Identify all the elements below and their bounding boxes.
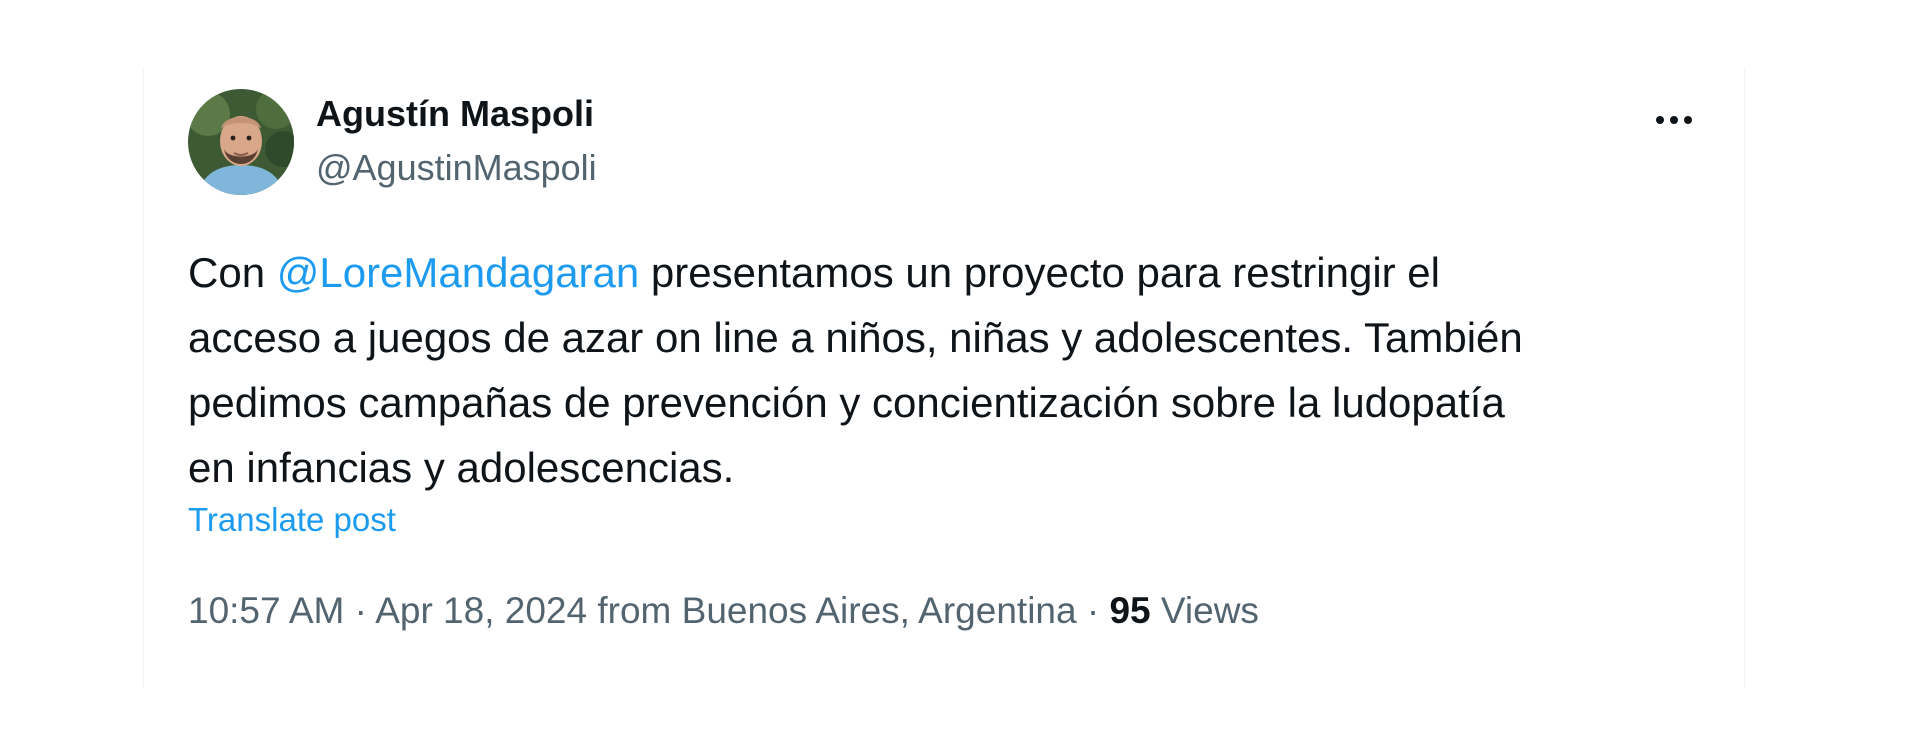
author-handle[interactable]: @AgustinMaspoli (316, 146, 597, 190)
meta-separator: · (344, 590, 376, 631)
translate-post-link[interactable]: Translate post (188, 498, 396, 542)
post-text-line-1: Con @LoreMandagaran presentamos un proye… (188, 240, 1728, 305)
more-options-button[interactable] (1648, 94, 1700, 146)
author-display-name[interactable]: Agustín Maspoli (316, 92, 594, 136)
post-text-segment: presentamos un proyecto para restringir … (639, 249, 1440, 296)
mention-link[interactable]: @LoreMandagaran (277, 249, 640, 296)
views-count: 95 (1109, 590, 1151, 631)
tweet-card: Agustín Maspoli @AgustinMaspoli Con @Lor… (143, 68, 1745, 688)
post-text: Con @LoreMandagaran presentamos un proye… (188, 240, 1728, 500)
post-location: from Buenos Aires, Argentina (587, 590, 1077, 631)
avatar-photo-icon (188, 89, 294, 195)
avatar[interactable] (188, 89, 294, 195)
views-label: Views (1150, 590, 1259, 631)
post-meta: 10:57 AM · Apr 18, 2024 from Buenos Aire… (188, 586, 1259, 636)
post-text-line-2: acceso a juegos de azar on line a niños,… (188, 314, 1523, 361)
post-text-segment: Con (188, 249, 277, 296)
more-horizontal-icon (1656, 116, 1692, 124)
post-date[interactable]: Apr 18, 2024 (375, 590, 587, 631)
post-time[interactable]: 10:57 AM (188, 590, 344, 631)
post-text-line-3: pedimos campañas de prevención y concien… (188, 379, 1505, 426)
meta-separator: · (1076, 590, 1110, 631)
post-text-line-4: en infancias y adolescencias. (188, 444, 735, 491)
